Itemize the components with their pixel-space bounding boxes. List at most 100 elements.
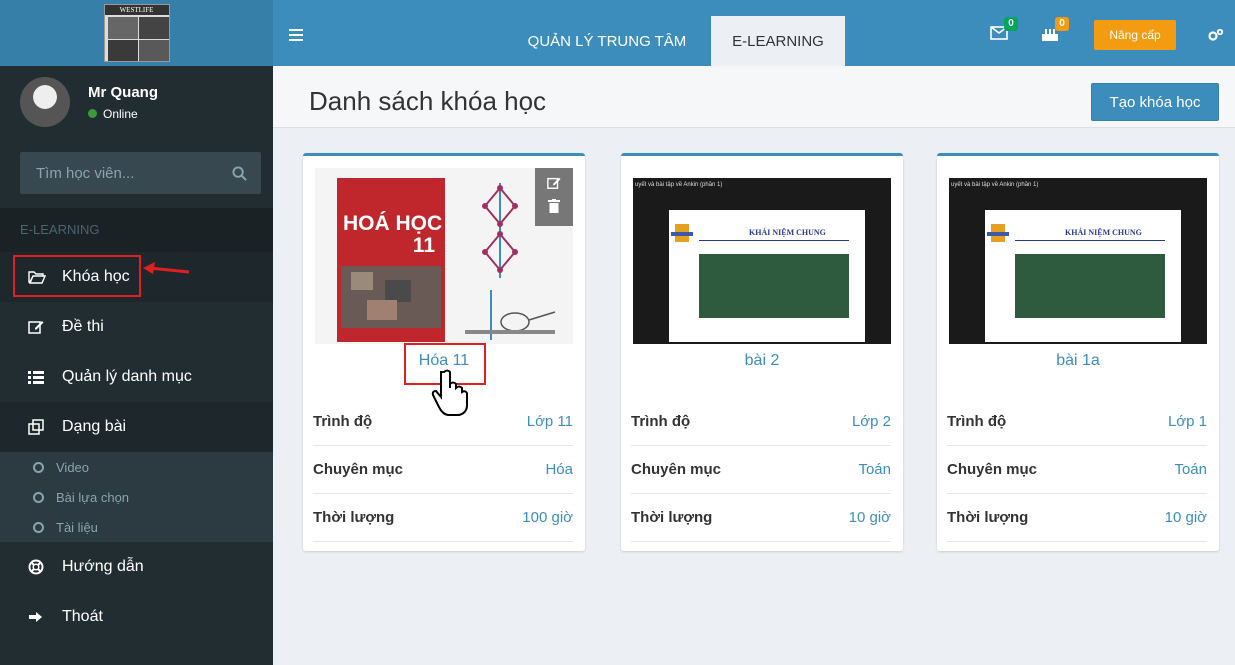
user-status-text: Online: [103, 106, 138, 121]
tab-center-management[interactable]: QUẢN LÝ TRUNG TÂM: [527, 16, 687, 66]
page-title: Danh sách khóa học: [309, 86, 547, 116]
video-title: uyết và bài tập về Ankin (phần 1): [951, 182, 1039, 188]
sidebar-subitem-label: Tài liệu: [56, 519, 98, 535]
logo-text: WESTLIFE: [104, 5, 169, 15]
detail-row-duration: Thời lượng 10 giờ: [947, 494, 1207, 542]
circle-icon: [33, 521, 44, 533]
detail-value: 10 giờ: [1164, 509, 1207, 526]
sidebar-submenu: Video Bài lựa chọn Tài liệu: [0, 452, 273, 542]
sidebar-subitem-video[interactable]: Video: [0, 452, 273, 482]
sidebar-item-courses[interactable]: Khóa học: [0, 252, 273, 302]
sidebar-subitem-documents[interactable]: Tài liệu: [0, 512, 273, 542]
detail-value: 100 giờ: [522, 509, 573, 526]
sidebar-item-exams[interactable]: Đề thi: [0, 302, 273, 352]
sidebar-subitem-choice[interactable]: Bài lựa chọn: [0, 482, 273, 512]
user-name: Mr Quang: [88, 83, 158, 101]
detail-value: Lớp 11: [526, 413, 573, 430]
highlight-box: [13, 255, 141, 297]
logo-image: WESTLIFE: [103, 4, 170, 62]
detail-row-category: Chuyên mục Hóa: [313, 446, 573, 494]
search-input[interactable]: [36, 164, 206, 182]
detail-label: Chuyên mục: [313, 461, 404, 478]
course-details: Trình độ Lớp 11 Chuyên mục Hóa Thời lượng 1…: [313, 398, 573, 542]
course-card[interactable]: uyết và bài tập về Ankin (phần 1) KHÁI N…: [621, 153, 903, 551]
user-status: Online: [88, 107, 158, 121]
sidebar-item-label: Dạng bài: [62, 418, 127, 435]
book-cover-title: HOÁ HỌC: [343, 212, 443, 235]
search-box: [20, 152, 261, 194]
red-arrow-icon: [143, 262, 190, 274]
clone-icon: [28, 419, 50, 435]
hand-pointer-icon: [431, 369, 468, 416]
card-tools: [535, 168, 573, 226]
detail-value: Toán: [1174, 461, 1207, 478]
sidebar-item-categories[interactable]: Quản lý danh mục: [0, 352, 273, 402]
detail-label: Trình độ: [631, 413, 691, 430]
detail-label: Chuyên mục: [631, 461, 722, 478]
video-title: uyết và bài tập về Ankin (phần 1): [635, 182, 723, 188]
course-thumbnail[interactable]: uyết và bài tập về Ankin (phần 1) KHÁI N…: [949, 168, 1207, 344]
detail-row-duration: Thời lượng 10 giờ: [631, 494, 891, 542]
notifications-button[interactable]: 0: [1041, 17, 1069, 47]
detail-label: Thời lượng: [631, 509, 713, 526]
detail-row-category: Chuyên mục Toán: [631, 446, 891, 494]
sidebar-item-question-types[interactable]: Dạng bài: [0, 402, 273, 452]
course-thumbnail[interactable]: uyết và bài tập về Ankin (phần 1) KHÁI N…: [633, 168, 891, 344]
course-card[interactable]: HOÁ HỌC 11 Hóa 11 Trình độ Lớp 11 Chuyên…: [303, 153, 585, 551]
lab-apparatus-icon: [465, 290, 556, 340]
course-card[interactable]: uyết và bài tập về Ankin (phần 1) KHÁI N…: [937, 153, 1219, 551]
detail-value: 10 giờ: [848, 509, 891, 526]
menu-toggle-icon[interactable]: [289, 28, 303, 46]
logo-area[interactable]: WESTLIFE: [0, 0, 273, 66]
settings-gears-icon[interactable]: [1208, 28, 1224, 47]
sidebar-subitem-label: Bài lựa chọn: [56, 489, 130, 505]
detail-value: Lớp 2: [851, 413, 891, 430]
detail-label: Thời lượng: [947, 509, 1029, 526]
top-navbar: QUẢN LÝ TRUNG TÂM E-LEARNING 0 0 Nâng cấ…: [273, 0, 1235, 66]
edit-icon[interactable]: [547, 176, 561, 195]
tab-elearning[interactable]: E-LEARNING: [711, 16, 845, 66]
detail-value: Toán: [858, 461, 891, 478]
edit-icon: [28, 319, 50, 335]
detail-row-duration: Thời lượng 100 giờ: [313, 494, 573, 542]
course-name[interactable]: bài 2: [621, 352, 903, 370]
avatar[interactable]: [20, 77, 70, 127]
sidebar-item-guide[interactable]: Hướng dẫn: [0, 542, 273, 592]
course-details: Trình độ Lớp 2 Chuyên mục Toán Thời lượng 1…: [631, 398, 891, 542]
sidebar-subitem-label: Video: [56, 459, 90, 475]
create-course-button[interactable]: Tạo khóa học: [1091, 83, 1219, 121]
sidebar-item-label: Đề thi: [62, 318, 104, 335]
notifications-badge: 0: [1055, 17, 1069, 31]
detail-label: Thời lượng: [313, 509, 395, 526]
detail-label: Trình độ: [313, 413, 373, 430]
user-panel: Mr Quang Online: [0, 66, 273, 138]
messages-button[interactable]: 0: [990, 17, 1018, 45]
sign-out-icon: [28, 610, 50, 624]
course-name[interactable]: bài 1a: [937, 352, 1219, 370]
molecule-icon: [482, 183, 518, 278]
book-cover: HOÁ HỌC 11: [337, 178, 445, 342]
detail-row-category: Chuyên mục Toán: [947, 446, 1207, 494]
sidebar-item-label: Thoát: [62, 608, 103, 625]
upgrade-button[interactable]: Nâng cấp: [1094, 20, 1176, 50]
life-ring-icon: [28, 559, 50, 575]
detail-value: Lớp 1: [1167, 413, 1207, 430]
book-cover-number: 11: [412, 234, 435, 257]
messages-badge: 0: [1004, 17, 1018, 31]
circle-icon: [33, 461, 44, 473]
sidebar-header: E-LEARNING: [0, 208, 273, 252]
online-dot-icon: [88, 109, 97, 118]
detail-row-level: Trình độ Lớp 2: [631, 398, 891, 446]
sidebar-item-logout[interactable]: Thoát: [0, 592, 273, 642]
detail-value: Hóa: [545, 461, 573, 478]
search-icon[interactable]: [232, 165, 247, 181]
sidebar-item-label: Hướng dẫn: [62, 558, 144, 575]
sidebar: WESTLIFE Mr Quang Online E-LEARNING Khóa…: [0, 0, 273, 665]
detail-label: Trình độ: [947, 413, 1007, 430]
trash-icon[interactable]: [548, 199, 560, 218]
list-icon: [28, 370, 50, 384]
detail-row-level: Trình độ Lớp 1: [947, 398, 1207, 446]
detail-label: Chuyên mục: [947, 461, 1038, 478]
slide-title: KHÁI NIỆM CHUNG: [1065, 228, 1142, 237]
circle-icon: [33, 491, 44, 503]
